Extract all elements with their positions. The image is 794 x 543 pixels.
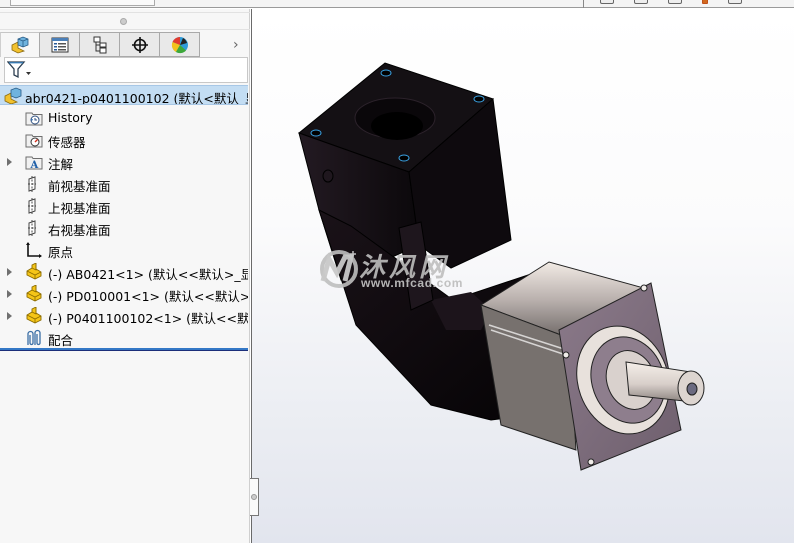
tree-item-sensors[interactable]: 传感器 (0, 129, 248, 151)
tab-configurationmanager[interactable] (80, 32, 120, 57)
tree-item-right-plane[interactable]: 右视基准面 (0, 217, 248, 239)
svg-text:A: A (30, 160, 39, 171)
brand-text: SOLIDWORKS (17, 0, 117, 1)
tree-item-front-plane[interactable]: 前视基准面 (0, 173, 248, 195)
tree-item-label: (-) AB0421<1> (默认<<默认>_显示状态 1>) (48, 267, 248, 282)
tabs-scroll-right-icon[interactable]: › (233, 37, 245, 53)
gearbox-3d-model[interactable] (252, 9, 794, 543)
plane-icon (28, 198, 36, 214)
plane-icon (28, 220, 36, 236)
tree-item-label: (-) PD010001<1> (默认<<默认>_显示状态 1>) (48, 289, 248, 304)
toolbar-icon[interactable] (634, 0, 648, 4)
property-list-icon (51, 37, 68, 52)
tab-dimxpertmanager[interactable] (120, 32, 160, 57)
tree-item-label: 注解 (48, 157, 74, 172)
tree-item-component[interactable]: (-) P0401100102<1> (默认<<默认>_显示状态 1>) (0, 305, 248, 327)
solidworks-logo[interactable]: SOLIDWORKS (10, 0, 155, 6)
tree-item-label: 传感器 (48, 135, 86, 150)
graphics-viewport[interactable]: 沐风网 www.mfcad.com (251, 9, 794, 543)
tree-item-label: (-) P0401100102<1> (默认<<默认>_显示状态 1>) (48, 311, 248, 326)
expand-arrow-icon[interactable] (7, 268, 12, 276)
history-folder-icon (25, 112, 43, 126)
tree-item-annotations[interactable]: A 注解 (0, 151, 248, 173)
annotation-folder-icon: A (25, 156, 43, 171)
part-icon (26, 307, 42, 324)
tab-featuremanager[interactable] (0, 32, 40, 57)
tree-item-label: History (48, 110, 93, 125)
tree-item-origin[interactable]: 原点 (0, 239, 248, 261)
panel-splitter[interactable] (0, 12, 250, 30)
filter-icon[interactable] (7, 61, 33, 79)
featuremanager-panel: › abr0421-p0401100102 (默认<默认_显示状态-1>) Hi… (0, 9, 250, 543)
tree-root-assembly[interactable]: abr0421-p0401100102 (默认<默认_显示状态-1>) (0, 85, 248, 105)
configuration-tree-icon (93, 36, 106, 53)
tree-item-component[interactable]: (-) PD010001<1> (默认<<默认>_显示状态 1>) (0, 283, 248, 305)
toolbar-icon[interactable] (728, 0, 742, 4)
sensor-folder-icon (25, 134, 43, 148)
mates-icon (27, 329, 41, 346)
origin-icon (26, 242, 42, 258)
tree-root-label: abr0421-p0401100102 (默认<默认_显示状态-1>) (25, 91, 248, 105)
tree-item-component[interactable]: (-) AB0421<1> (默认<<默认>_显示状态 1>) (0, 261, 248, 283)
tree-item-history[interactable]: History (0, 107, 248, 129)
filter-bar[interactable] (4, 57, 248, 83)
feature-tree: History 传感器 A 注解 前视基准面 上视基准面 右视基准面 原点 (-… (0, 107, 248, 349)
expand-arrow-icon[interactable] (7, 158, 12, 166)
tree-item-label: 原点 (48, 245, 74, 260)
expand-arrow-icon[interactable] (7, 290, 12, 298)
tree-item-label: 右视基准面 (48, 223, 111, 238)
toolbar-divider (583, 0, 584, 8)
tree-item-mates[interactable]: 配合 (0, 327, 248, 349)
handle-grip-icon (251, 494, 257, 500)
assembly-icon (11, 36, 29, 54)
window-toolbar (600, 0, 742, 4)
manager-tabs (0, 32, 200, 57)
splitter-grip-icon[interactable] (120, 18, 127, 25)
part-icon (26, 285, 42, 302)
tree-end-marker (0, 348, 248, 351)
top-toolbar: SOLIDWORKS (0, 0, 794, 8)
tab-displaymanager[interactable] (160, 32, 200, 57)
tree-item-label: 上视基准面 (48, 201, 111, 216)
expand-arrow-icon[interactable] (7, 312, 12, 320)
appearance-sphere-icon (171, 36, 188, 53)
plane-icon (28, 176, 36, 192)
toolbar-icon[interactable] (668, 0, 682, 4)
tree-item-label: 配合 (48, 333, 74, 348)
toolbar-icon[interactable] (702, 0, 708, 4)
assembly-icon (4, 87, 22, 104)
tree-item-label: 前视基准面 (48, 179, 111, 194)
tab-propertymanager[interactable] (40, 32, 80, 57)
panel-collapse-handle[interactable] (250, 478, 259, 516)
crosshair-icon (131, 36, 148, 53)
part-icon (26, 263, 42, 280)
tree-item-top-plane[interactable]: 上视基准面 (0, 195, 248, 217)
toolbar-icon[interactable] (600, 0, 614, 4)
